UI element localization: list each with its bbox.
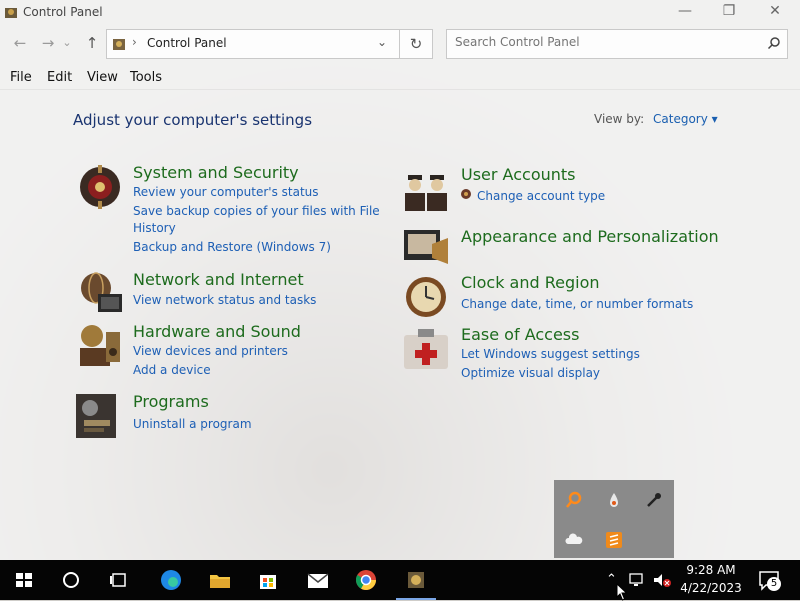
optimize-display-link[interactable]: Optimize visual display <box>461 366 600 380</box>
tray-overflow-flyout <box>554 480 674 558</box>
menu-divider <box>0 89 800 90</box>
review-status-link[interactable]: Review your computer's status <box>133 185 319 199</box>
clock-region-title[interactable]: Clock and Region <box>461 273 600 292</box>
page-title: Adjust your computer's settings <box>73 111 313 129</box>
microsoft-store-icon[interactable] <box>254 566 282 594</box>
backup-restore-link[interactable]: Backup and Restore (Windows 7) <box>133 240 331 254</box>
back-button[interactable]: ← <box>10 33 30 53</box>
hardware-sound-icon[interactable] <box>76 322 124 370</box>
menu-file[interactable]: File <box>10 70 32 85</box>
appearance-title[interactable]: Appearance and Personalization <box>461 227 719 246</box>
maximize-button[interactable]: ❐ <box>706 0 752 24</box>
recent-locations-button[interactable]: ⌄ <box>61 33 73 53</box>
title-bar[interactable]: Control Panel — ❐ ✕ <box>0 0 800 26</box>
control-panel-taskbar-icon[interactable] <box>402 566 430 594</box>
menu-bar: File Edit View Tools <box>0 68 800 88</box>
chrome-browser-icon[interactable] <box>352 566 380 594</box>
programs-icon[interactable] <box>72 392 120 440</box>
address-dropdown-button[interactable]: ⌄ <box>377 35 387 49</box>
view-by-dropdown[interactable]: Category ▾ <box>653 112 718 126</box>
mail-icon[interactable] <box>304 566 332 594</box>
hardware-sound-title[interactable]: Hardware and Sound <box>133 322 301 341</box>
breadcrumb-control-panel[interactable]: Control Panel <box>147 36 227 50</box>
network-internet-title[interactable]: Network and Internet <box>133 270 304 289</box>
minimize-button[interactable]: — <box>662 0 708 24</box>
refresh-button[interactable]: ↻ <box>400 29 433 59</box>
control-panel-icon <box>113 39 125 50</box>
sublime-text-icon[interactable] <box>604 530 624 550</box>
uninstall-program-link[interactable]: Uninstall a program <box>133 417 252 431</box>
view-by-label: View by: <box>594 112 645 126</box>
forward-button[interactable]: → <box>38 33 58 53</box>
up-button[interactable]: ↑ <box>82 33 102 53</box>
notification-count-badge: 5 <box>767 577 781 591</box>
close-button[interactable]: ✕ <box>752 0 798 24</box>
network-globe-icon[interactable] <box>76 270 124 318</box>
clock-time[interactable]: 9:28 AM <box>678 563 744 577</box>
system-security-icon[interactable] <box>76 163 124 211</box>
programs-title[interactable]: Programs <box>133 392 209 411</box>
file-explorer-icon[interactable] <box>206 566 234 594</box>
search-box[interactable] <box>446 29 788 59</box>
search-circle-icon[interactable] <box>57 566 85 594</box>
clock-icon[interactable] <box>402 273 450 321</box>
network-icon[interactable] <box>628 572 646 588</box>
control-panel-icon <box>5 8 17 18</box>
network-status-link[interactable]: View network status and tasks <box>133 293 316 307</box>
search-input[interactable] <box>455 35 755 49</box>
suggest-settings-link[interactable]: Let Windows suggest settings <box>461 347 640 361</box>
control-panel-window: Control Panel — ❐ ✕ ← → ⌄ ↑ › Control Pa… <box>0 0 800 560</box>
appearance-icon[interactable] <box>402 224 450 272</box>
user-accounts-title[interactable]: User Accounts <box>461 165 576 184</box>
wrench-icon[interactable] <box>644 490 664 510</box>
user-accounts-icon[interactable] <box>402 165 450 213</box>
window-title: Control Panel <box>23 5 103 19</box>
edge-browser-icon[interactable] <box>157 566 185 594</box>
menu-edit[interactable]: Edit <box>47 70 72 85</box>
volume-muted-icon[interactable] <box>652 572 672 588</box>
task-view-icon[interactable] <box>105 566 133 594</box>
breadcrumb-separator: › <box>132 35 137 49</box>
file-history-link-cont[interactable]: History <box>133 221 176 235</box>
search-icon[interactable] <box>767 36 781 50</box>
change-account-type-link[interactable]: Change account type <box>477 189 605 203</box>
clock-date[interactable]: 4/22/2023 <box>678 581 744 595</box>
menu-tools[interactable]: Tools <box>130 70 162 85</box>
address-bar[interactable]: › Control Panel ⌄ <box>106 29 400 59</box>
shield-icon <box>461 189 471 199</box>
menu-view[interactable]: View <box>87 70 118 85</box>
add-device-link[interactable]: Add a device <box>133 363 211 377</box>
devices-printers-link[interactable]: View devices and printers <box>133 344 288 358</box>
taskbar: ⌃ 9:28 AM 4/22/2023 5 <box>0 560 800 600</box>
onedrive-cloud-icon[interactable] <box>564 530 584 550</box>
change-date-format-link[interactable]: Change date, time, or number formats <box>461 297 693 311</box>
system-security-title[interactable]: System and Security <box>133 163 299 182</box>
file-history-link[interactable]: Save backup copies of your files with Fi… <box>133 204 380 218</box>
ease-of-access-title[interactable]: Ease of Access <box>461 325 579 344</box>
search-tool-icon[interactable] <box>564 490 584 510</box>
ease-of-access-icon[interactable] <box>402 325 450 373</box>
droplet-icon[interactable] <box>604 490 624 510</box>
mouse-cursor-icon <box>616 583 628 601</box>
windows-start-icon[interactable] <box>10 566 38 594</box>
